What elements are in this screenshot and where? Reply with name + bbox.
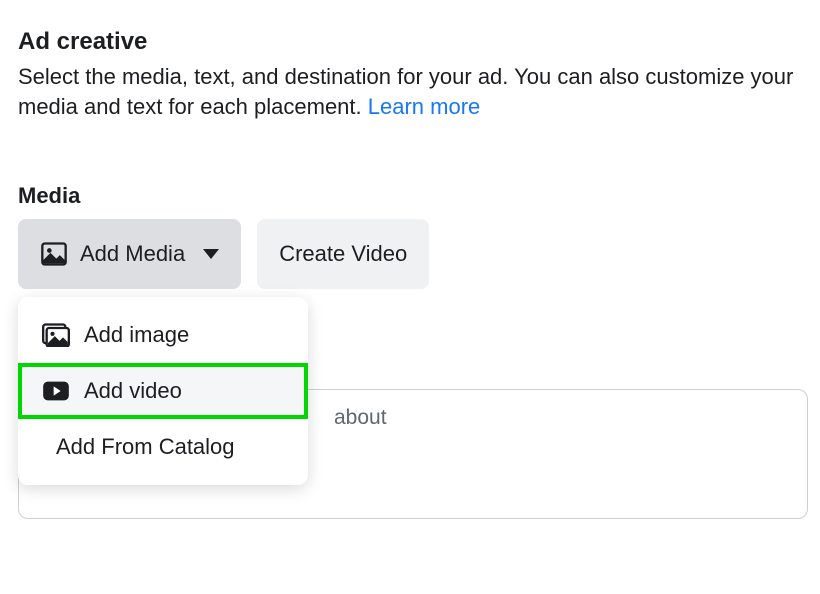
dropdown-add-video-label: Add video bbox=[84, 378, 182, 404]
add-media-button[interactable]: Add Media bbox=[18, 219, 241, 289]
add-video-icon bbox=[42, 379, 70, 403]
create-video-button[interactable]: Create Video bbox=[257, 219, 429, 289]
ad-creative-title: Ad creative bbox=[18, 28, 802, 56]
add-image-icon bbox=[42, 323, 70, 347]
dropdown-add-from-catalog[interactable]: Add From Catalog bbox=[18, 419, 308, 475]
chevron-down-icon bbox=[203, 249, 219, 259]
dropdown-add-image-label: Add image bbox=[84, 322, 189, 348]
image-icon bbox=[40, 240, 68, 268]
add-media-label: Add Media bbox=[80, 241, 185, 267]
add-media-dropdown: Add image Add video Add From Catalog bbox=[18, 297, 308, 485]
dropdown-add-video[interactable]: Add video bbox=[18, 363, 308, 419]
media-section-label: Media bbox=[18, 183, 802, 209]
learn-more-link[interactable]: Learn more bbox=[368, 94, 481, 119]
dropdown-add-image[interactable]: Add image bbox=[18, 307, 308, 363]
dropdown-add-from-catalog-label: Add From Catalog bbox=[56, 434, 235, 460]
create-video-label: Create Video bbox=[279, 241, 407, 267]
ad-creative-description: Select the media, text, and destination … bbox=[18, 62, 798, 121]
